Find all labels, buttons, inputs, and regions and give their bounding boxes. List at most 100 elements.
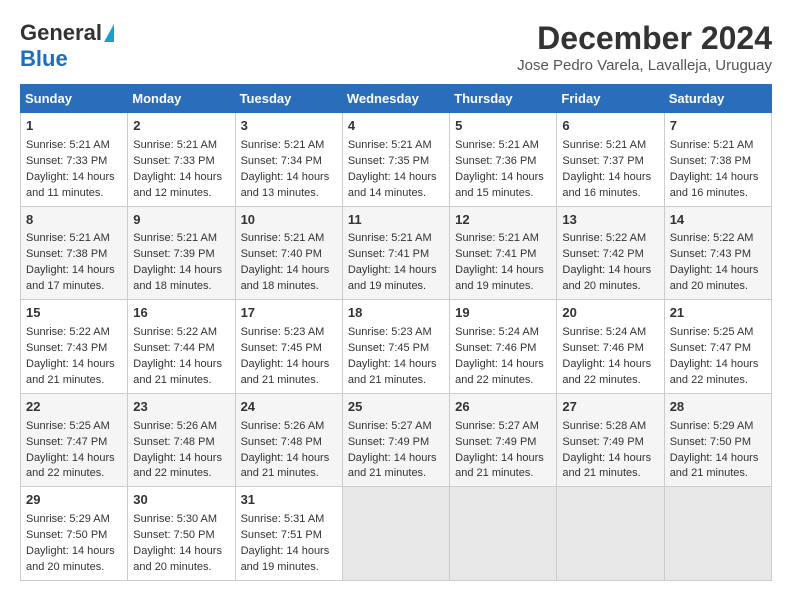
calendar-cell: 8Sunrise: 5:21 AMSunset: 7:38 PMDaylight… (21, 206, 128, 300)
sunset-text: Sunset: 7:44 PM (133, 342, 214, 354)
sunset-text: Sunset: 7:47 PM (26, 436, 107, 448)
day-number: 8 (26, 211, 122, 230)
day-number: 15 (26, 304, 122, 323)
sunrise-text: Sunrise: 5:22 AM (133, 326, 217, 338)
daylight-text: Daylight: 14 hours and 22 minutes. (670, 358, 759, 386)
day-number: 11 (348, 211, 444, 230)
daylight-text: Daylight: 14 hours and 21 minutes. (455, 452, 544, 480)
col-tuesday: Tuesday (235, 85, 342, 113)
col-monday: Monday (128, 85, 235, 113)
logo-general-text: General (20, 20, 102, 46)
sunset-text: Sunset: 7:36 PM (455, 155, 536, 167)
sunset-text: Sunset: 7:41 PM (455, 248, 536, 260)
calendar-table: Sunday Monday Tuesday Wednesday Thursday… (20, 84, 772, 581)
sunrise-text: Sunrise: 5:28 AM (562, 420, 646, 432)
calendar-cell: 11 Sunrise: 5:21 AM Sunset: 7:41 PM Dayligh… (342, 206, 449, 300)
calendar-header-row: Sunday Monday Tuesday Wednesday Thursday… (21, 85, 772, 113)
logo-triangle-icon (104, 24, 114, 42)
sunrise-text: Sunrise: 5:26 AM (241, 420, 325, 432)
sunset-text: Sunset: 7:34 PM (241, 155, 322, 167)
sunrise-text: Sunrise: 5:23 AM (241, 326, 325, 338)
sunrise-text: Sunrise: 5:21 AM (26, 232, 110, 244)
day-number: 9 (133, 211, 229, 230)
day-number: 14 (670, 211, 766, 230)
daylight-text: Daylight: 14 hours and 15 minutes. (455, 171, 544, 199)
calendar-cell: 5Sunrise: 5:21 AMSunset: 7:36 PMDaylight… (450, 113, 557, 207)
sunrise-text: Sunrise: 5:21 AM (133, 139, 217, 151)
day-number: 7 (670, 117, 766, 136)
daylight-text: Daylight: 14 hours and 16 minutes. (562, 171, 651, 199)
sunset-text: Sunset: 7:49 PM (455, 436, 536, 448)
sunrise-text: Sunrise: 5:22 AM (26, 326, 110, 338)
calendar-cell: 30Sunrise: 5:30 AMSunset: 7:50 PMDayligh… (128, 487, 235, 581)
sunset-text: Sunset: 7:51 PM (241, 529, 322, 541)
sunrise-text: Sunrise: 5:31 AM (241, 513, 325, 525)
logo-blue-text: Blue (20, 46, 68, 72)
sunrise-text: Sunrise: 5:22 AM (670, 232, 754, 244)
day-number: 21 (670, 304, 766, 323)
day-number: 31 (241, 491, 337, 510)
sunrise-text: Sunrise: 5:21 AM (670, 139, 754, 151)
calendar-cell (342, 487, 449, 581)
title-block: December 2024 Jose Pedro Varela, Lavalle… (517, 20, 772, 74)
calendar-cell: 12Sunrise: 5:21 AMSunset: 7:41 PMDayligh… (450, 206, 557, 300)
daylight-text: Daylight: 14 hours and 17 minutes. (26, 264, 115, 292)
calendar-row: 22Sunrise: 5:25 AMSunset: 7:47 PMDayligh… (21, 393, 772, 487)
logo: General Blue (20, 20, 114, 72)
col-saturday: Saturday (664, 85, 771, 113)
calendar-cell: 3Sunrise: 5:21 AMSunset: 7:34 PMDaylight… (235, 113, 342, 207)
calendar-cell: 28Sunrise: 5:29 AMSunset: 7:50 PMDayligh… (664, 393, 771, 487)
sunrise-text: Sunrise: 5:21 AM (133, 232, 217, 244)
calendar-cell: 4Sunrise: 5:21 AMSunset: 7:35 PMDaylight… (342, 113, 449, 207)
daylight-text: Daylight: 14 hours and 12 minutes. (133, 171, 222, 199)
calendar-cell (557, 487, 664, 581)
day-number: 4 (348, 117, 444, 136)
sunrise-text: Sunrise: 5:21 AM (348, 139, 432, 151)
calendar-cell: 29Sunrise: 5:29 AMSunset: 7:50 PMDayligh… (21, 487, 128, 581)
sunset-text: Sunset: 7:40 PM (241, 248, 322, 260)
day-number: 23 (133, 398, 229, 417)
day-number: 30 (133, 491, 229, 510)
col-sunday: Sunday (21, 85, 128, 113)
sunrise-text: Sunrise: 5:27 AM (455, 420, 539, 432)
daylight-text: Daylight: 14 hours and 22 minutes. (133, 452, 222, 480)
sunset-text: Sunset: 7:41 PM (348, 248, 429, 260)
sunset-text: Sunset: 7:50 PM (670, 436, 751, 448)
calendar-cell: 1Sunrise: 5:21 AMSunset: 7:33 PMDaylight… (21, 113, 128, 207)
calendar-cell: 7Sunrise: 5:21 AMSunset: 7:38 PMDaylight… (664, 113, 771, 207)
sunset-text: Sunset: 7:45 PM (241, 342, 322, 354)
calendar-cell: 20Sunrise: 5:24 AMSunset: 7:46 PMDayligh… (557, 300, 664, 394)
daylight-text: Daylight: 14 hours and 22 minutes. (26, 452, 115, 480)
day-number: 3 (241, 117, 337, 136)
sunset-text: Sunset: 7:39 PM (133, 248, 214, 260)
daylight-text: Daylight: 14 hours and 19 minutes. (455, 264, 544, 292)
day-number: 13 (562, 211, 658, 230)
day-number: 27 (562, 398, 658, 417)
calendar-cell: 26Sunrise: 5:27 AMSunset: 7:49 PMDayligh… (450, 393, 557, 487)
day-number: 2 (133, 117, 229, 136)
calendar-cell: 24Sunrise: 5:26 AMSunset: 7:48 PMDayligh… (235, 393, 342, 487)
calendar-row: 8Sunrise: 5:21 AMSunset: 7:38 PMDaylight… (21, 206, 772, 300)
day-number: 16 (133, 304, 229, 323)
day-number: 1 (26, 117, 122, 136)
daylight-text: Daylight: 14 hours and 22 minutes. (562, 358, 651, 386)
sunset-text: Sunset: 7:46 PM (562, 342, 643, 354)
daylight-text: Daylight: 14 hours and 19 minutes. (348, 264, 437, 292)
daylight-text: Daylight: 14 hours and 11 minutes. (26, 171, 115, 199)
sunrise-text: Sunrise: 5:29 AM (670, 420, 754, 432)
sunrise-text: Sunrise: 5:21 AM (348, 232, 432, 244)
calendar-cell (664, 487, 771, 581)
sunrise-text: Sunrise: 5:24 AM (562, 326, 646, 338)
day-number: 6 (562, 117, 658, 136)
day-number: 29 (26, 491, 122, 510)
sunset-text: Sunset: 7:50 PM (133, 529, 214, 541)
sunrise-text: Sunrise: 5:22 AM (562, 232, 646, 244)
sunrise-text: Sunrise: 5:29 AM (26, 513, 110, 525)
calendar-cell: 16Sunrise: 5:22 AMSunset: 7:44 PMDayligh… (128, 300, 235, 394)
calendar-cell: 27Sunrise: 5:28 AMSunset: 7:49 PMDayligh… (557, 393, 664, 487)
daylight-text: Daylight: 14 hours and 20 minutes. (562, 264, 651, 292)
daylight-text: Daylight: 14 hours and 21 minutes. (241, 452, 330, 480)
calendar-cell: 9Sunrise: 5:21 AMSunset: 7:39 PMDaylight… (128, 206, 235, 300)
sunrise-text: Sunrise: 5:26 AM (133, 420, 217, 432)
sunrise-text: Sunrise: 5:21 AM (241, 232, 325, 244)
